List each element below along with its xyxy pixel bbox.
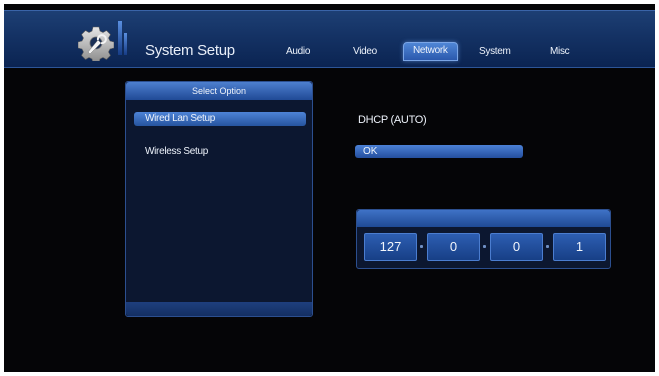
ip-octet-field[interactable]: 0 xyxy=(427,233,480,261)
tv-screen: System Setup Audio Video Network System … xyxy=(4,4,655,372)
panel-header: Select Option xyxy=(126,82,312,100)
ok-button[interactable]: OK xyxy=(355,145,523,158)
tab-system[interactable]: System xyxy=(479,46,511,57)
panel-footer xyxy=(126,302,312,316)
tab-network[interactable]: Network xyxy=(403,42,458,61)
ip-address-panel: 127 0 0 1 xyxy=(356,209,611,269)
gear-wrench-icon xyxy=(78,26,114,61)
ip-separator xyxy=(546,245,549,248)
tab-video[interactable]: Video xyxy=(353,46,377,57)
menu-item-wireless-setup[interactable]: Wireless Setup xyxy=(134,145,306,159)
select-option-panel: Select Option Wired Lan Setup Wireless S… xyxy=(125,81,313,317)
ip-panel-header xyxy=(357,210,610,227)
ip-octet-field[interactable]: 127 xyxy=(364,233,417,261)
menu-item-wired-lan-setup[interactable]: Wired Lan Setup xyxy=(134,112,306,126)
ip-separator xyxy=(420,245,423,248)
tab-misc[interactable]: Misc xyxy=(550,46,570,57)
page-title: System Setup xyxy=(145,42,235,59)
tab-audio[interactable]: Audio xyxy=(286,46,310,57)
ok-button-label: OK xyxy=(363,146,378,157)
ip-separator xyxy=(483,245,486,248)
panel-title: Select Option xyxy=(191,86,247,96)
connection-mode-label: DHCP (AUTO) xyxy=(358,114,427,126)
ip-octet-field[interactable]: 1 xyxy=(553,233,606,261)
logo-accent-bar xyxy=(124,33,127,55)
top-navigation-bar: System Setup Audio Video Network System … xyxy=(4,10,655,68)
ip-octet-field[interactable]: 0 xyxy=(490,233,543,261)
logo-accent-bar xyxy=(118,21,122,55)
